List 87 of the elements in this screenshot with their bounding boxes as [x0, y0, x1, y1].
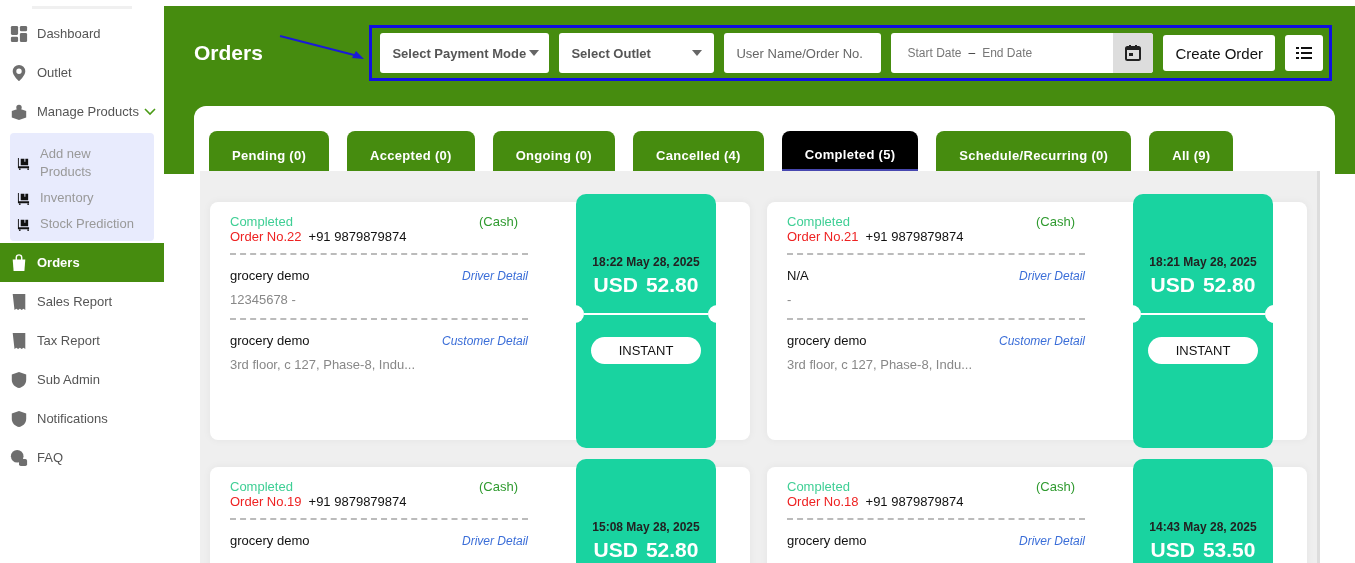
driver-phone: 12345678 -: [230, 292, 297, 307]
chevron-down-icon: [143, 107, 156, 116]
driver-name: N/A: [787, 268, 809, 283]
outlet-dropdown[interactable]: Select Outlet: [559, 33, 715, 73]
customer-name: grocery demo: [230, 333, 310, 348]
phone-number: +91 9879879874: [308, 494, 407, 509]
sidebar-item[interactable]: Manage Products: [0, 92, 164, 131]
payment-mode-dropdown[interactable]: Select Payment Mode: [380, 33, 550, 73]
status-tab[interactable]: All (9): [1149, 131, 1234, 171]
delivery-type-badge: INSTANT: [591, 337, 701, 364]
driver-name: grocery demo: [787, 533, 867, 548]
driver-detail-link[interactable]: Driver Detail: [462, 269, 528, 283]
status-tab[interactable]: Completed (5): [781, 131, 919, 171]
phone-number: +91 9879879874: [865, 229, 964, 244]
sidebar-item[interactable]: Dashboard: [0, 14, 164, 53]
receipt-icon: [10, 331, 28, 350]
sidebar-item[interactable]: FAQ: [0, 438, 164, 477]
calendar-button[interactable]: [1113, 33, 1154, 73]
shield-user-icon: [10, 370, 28, 389]
shield-user-icon: [10, 409, 28, 428]
customer-detail-link[interactable]: Customer Detail: [998, 334, 1085, 348]
sidebar-item[interactable]: Sub Admin: [0, 360, 164, 399]
status-tab[interactable]: Schedule/Recurring (0): [936, 131, 1132, 171]
order-amount: 53.50: [1202, 538, 1256, 562]
order-number: Order No.18: [787, 494, 859, 509]
receipt-icon: [10, 292, 28, 311]
order-status: Completed: [230, 214, 293, 229]
driver-phone: -: [787, 292, 793, 307]
shopping-bag-icon: [10, 253, 28, 272]
order-status: Completed: [230, 479, 293, 494]
status-tab[interactable]: Ongoing (0): [492, 131, 615, 171]
payment-method: (Cash): [479, 479, 518, 494]
order-number: Order No.19: [230, 494, 302, 509]
sidebar-item[interactable]: Outlet: [0, 53, 164, 92]
sidebar-item[interactable]: Notifications: [0, 399, 164, 438]
sidebar-item[interactable]: Tax Report: [0, 321, 164, 360]
caret-icon: [529, 50, 540, 56]
customer-name: grocery demo: [787, 333, 867, 348]
phone-number: +91 9879879874: [308, 229, 407, 244]
order-amount: 52.80: [1202, 273, 1256, 297]
driver-detail-link[interactable]: Driver Detail: [462, 534, 528, 548]
status-tab[interactable]: Pending (0): [209, 131, 330, 171]
currency-code: USD: [1150, 538, 1195, 562]
order-amount: 52.80: [645, 538, 699, 562]
location-pin-icon: [10, 63, 28, 82]
order-amount: 52.80: [645, 273, 699, 297]
order-datetime: 18:22 May 28, 2025: [592, 255, 700, 269]
date-range-field[interactable]: Start Date – End Date: [891, 33, 1154, 73]
cart-icon: [16, 191, 31, 205]
customer-detail-link[interactable]: Customer Detail: [441, 334, 528, 348]
delivery-type-badge: INSTANT: [1148, 337, 1258, 364]
list-view-button[interactable]: [1285, 35, 1323, 71]
driver-name: grocery demo: [230, 268, 310, 283]
payment-method: (Cash): [1036, 214, 1075, 229]
sidebar-item[interactable]: Orders: [0, 243, 164, 282]
order-number: Order No.21: [787, 229, 859, 244]
payment-method: (Cash): [479, 214, 518, 229]
list-icon: [1296, 46, 1312, 60]
driver-detail-link[interactable]: Driver Detail: [1019, 269, 1085, 283]
order-datetime: 18:21 May 28, 2025: [1149, 255, 1257, 269]
page-title: Orders: [194, 41, 263, 65]
cart-icon: [16, 217, 31, 231]
order-status: Completed: [787, 479, 850, 494]
driver-name: grocery demo: [230, 533, 310, 548]
search-field[interactable]: User Name/Order No.: [724, 33, 882, 73]
order-datetime: 15:08 May 28, 2025: [592, 520, 700, 534]
currency-code: USD: [1150, 273, 1195, 297]
order-status: Completed: [787, 214, 850, 229]
phone-number: +91 9879879874: [865, 494, 964, 509]
caret-icon: [692, 50, 703, 56]
box-icon: [10, 102, 28, 121]
cart-icon: [16, 156, 31, 170]
customer-address: 3rd floor, c 127, Phase-8, Indu...: [230, 357, 416, 372]
currency-code: USD: [593, 538, 638, 562]
customer-address: 3rd floor, c 127, Phase-8, Indu...: [787, 357, 973, 372]
driver-detail-link[interactable]: Driver Detail: [1019, 534, 1085, 548]
payment-method: (Cash): [1036, 479, 1075, 494]
calendar-icon: [1124, 44, 1143, 62]
question-chat-icon: [10, 448, 28, 467]
dashboard-icon: [10, 24, 28, 43]
status-tab[interactable]: Cancelled (4): [632, 131, 764, 171]
order-number: Order No.22: [230, 229, 302, 244]
order-datetime: 14:43 May 28, 2025: [1149, 520, 1257, 534]
sidebar-item[interactable]: Sales Report: [0, 282, 164, 321]
create-order-button[interactable]: Create Order: [1163, 35, 1275, 71]
status-tab[interactable]: Accepted (0): [347, 131, 475, 171]
currency-code: USD: [593, 273, 638, 297]
